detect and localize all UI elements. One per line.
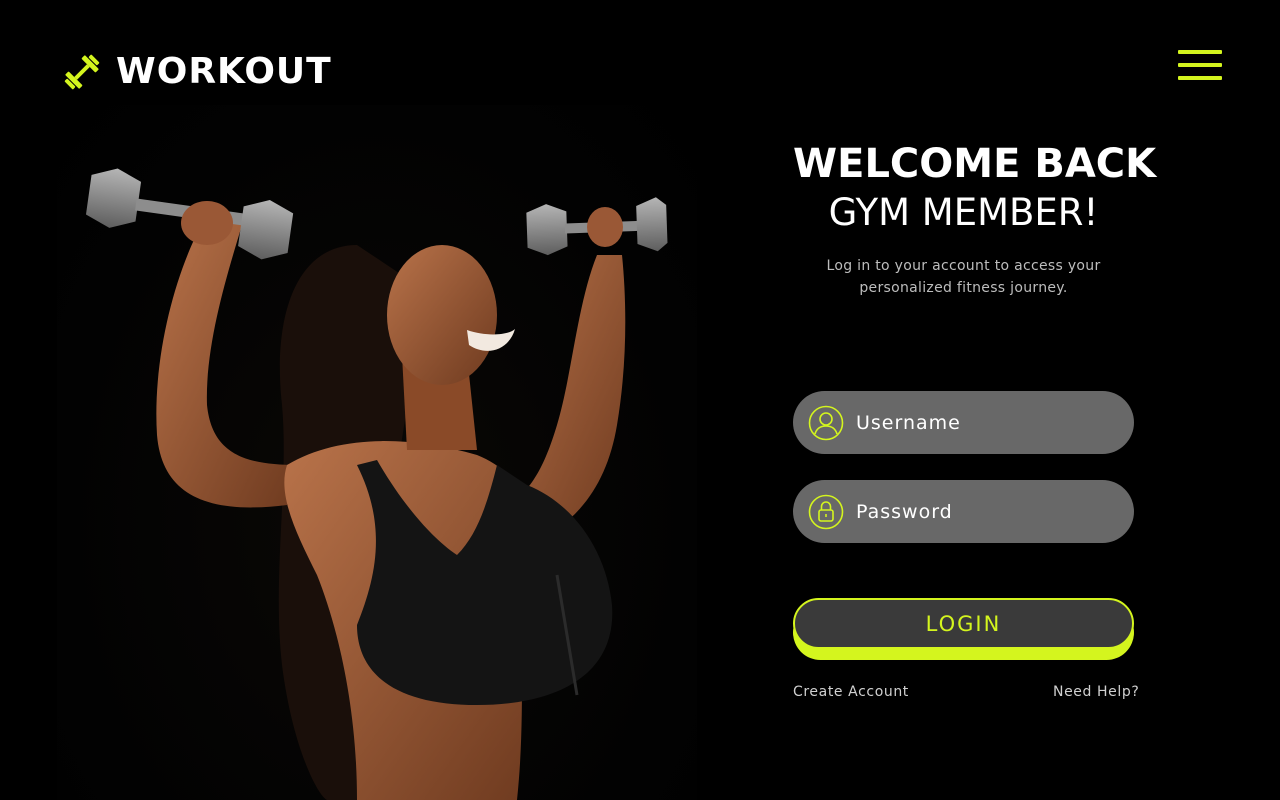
lock-icon	[808, 494, 844, 529]
athlete-illustration	[85, 168, 668, 800]
username-field[interactable]	[793, 391, 1134, 454]
brand-logo[interactable]: WORKOUT	[62, 52, 332, 92]
brand-name: WORKOUT	[116, 51, 332, 92]
hamburger-menu-icon[interactable]	[1178, 48, 1222, 82]
need-help-link[interactable]: Need Help?	[1053, 684, 1139, 700]
password-input[interactable]	[856, 500, 1116, 523]
login-panel: WELCOME BACK GYM MEMBER! Log in to your …	[793, 140, 1157, 299]
user-icon	[808, 405, 844, 440]
username-input[interactable]	[856, 411, 1116, 434]
hero-image	[57, 105, 697, 800]
welcome-title: WELCOME BACK	[793, 141, 1157, 187]
create-account-link[interactable]: Create Account	[793, 684, 909, 700]
menu-bar	[1178, 50, 1222, 54]
menu-bar	[1178, 76, 1222, 80]
login-tagline: Log in to your account to access your pe…	[826, 258, 1101, 297]
menu-bar	[1178, 63, 1222, 67]
password-field[interactable]	[793, 480, 1134, 543]
welcome-subtitle: GYM MEMBER!	[828, 190, 1099, 234]
dumbbell-icon	[64, 54, 100, 90]
login-button[interactable]: LOGIN	[793, 598, 1134, 649]
